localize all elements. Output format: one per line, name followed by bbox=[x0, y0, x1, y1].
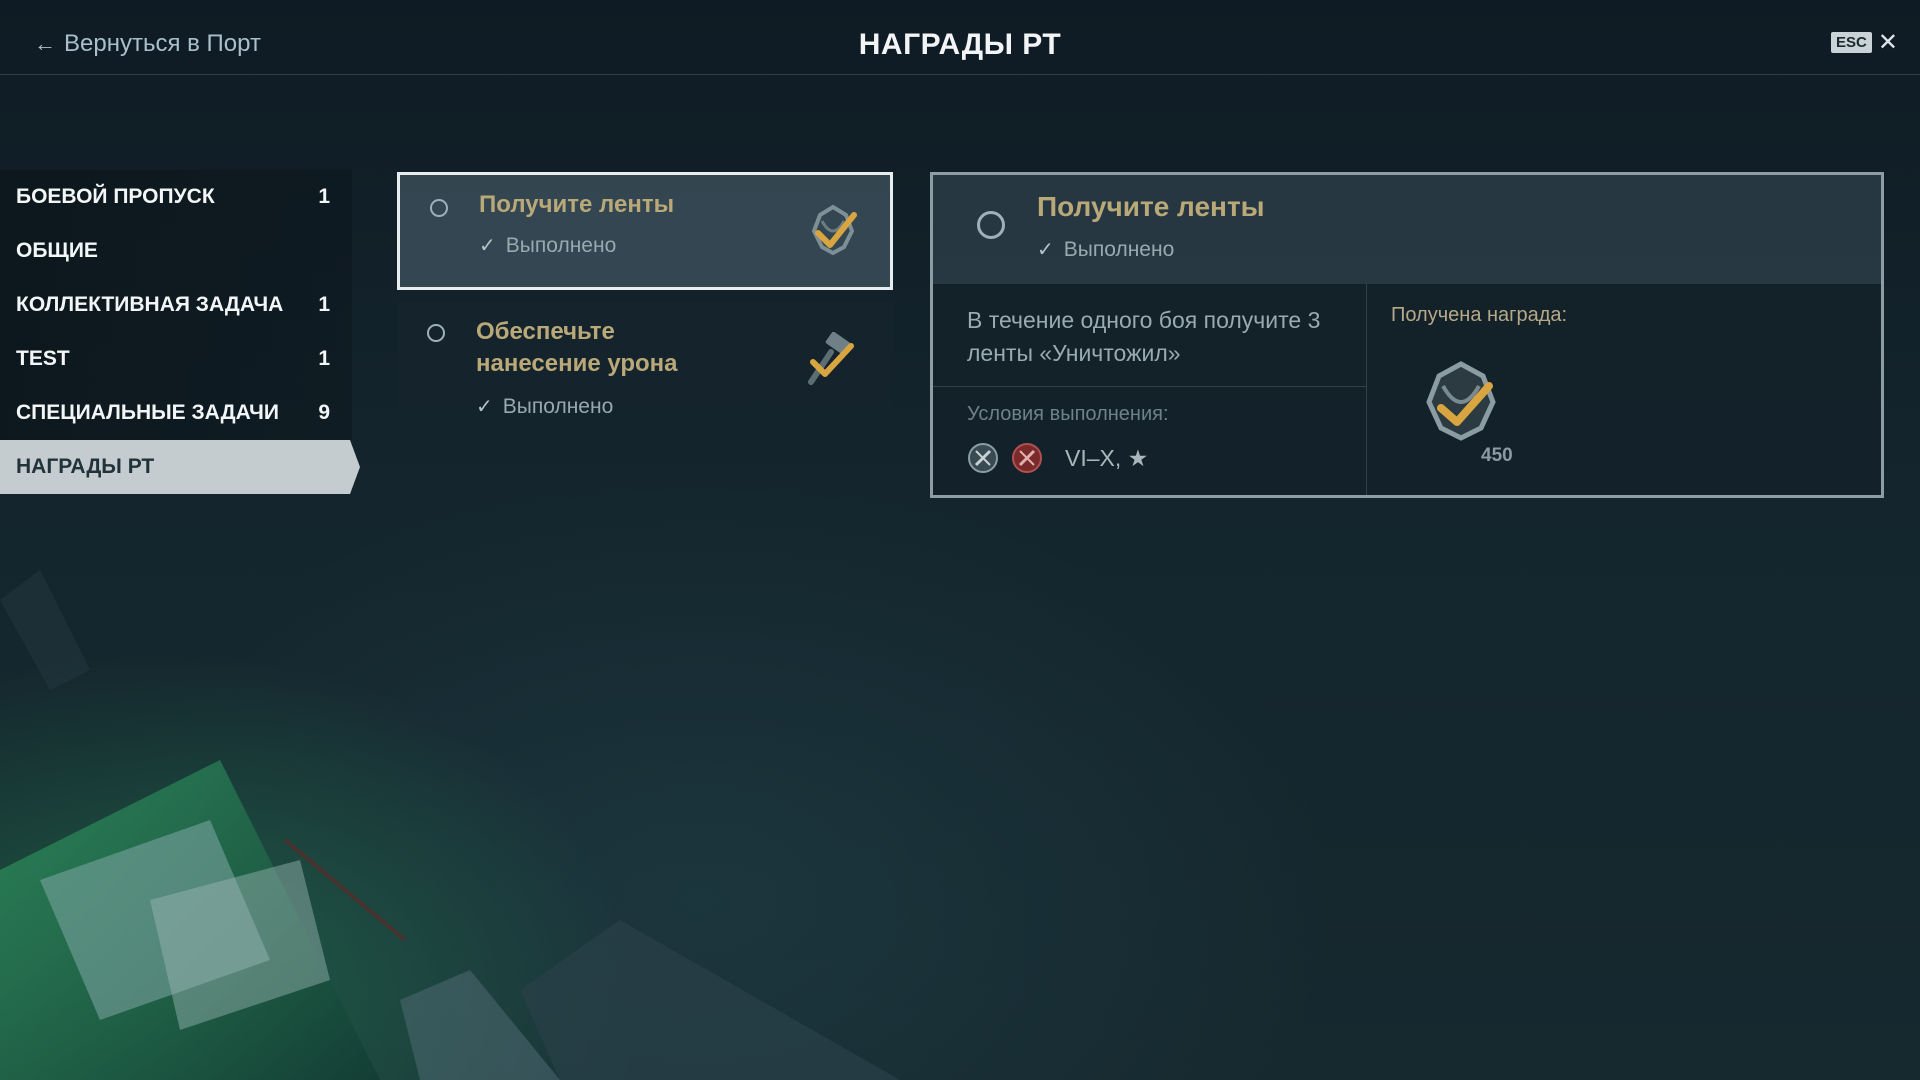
detail-title: Получите ленты bbox=[1037, 191, 1265, 222]
task-card-damage[interactable]: Обеспечьте нанесение урона ✓ Выполнено bbox=[397, 302, 893, 436]
detail-status: ✓ Выполнено bbox=[1037, 237, 1174, 262]
mode-ranked-icon bbox=[1012, 443, 1042, 473]
sidebar-item-special-tasks[interactable]: СПЕЦИАЛЬНЫЕ ЗАДАЧИ 9 bbox=[0, 386, 352, 440]
sidebar-item-label: СПЕЦИАЛЬНЫЕ ЗАДАЧИ bbox=[16, 401, 279, 424]
sidebar-item-label: КОЛЛЕКТИВНАЯ ЗАДАЧА bbox=[16, 293, 284, 316]
task-card-ribbons[interactable]: Получите ленты ✓ Выполнено bbox=[397, 172, 893, 290]
close-button[interactable]: ESC ✕ bbox=[1831, 28, 1898, 56]
tier-range: VI–X, ★ bbox=[1065, 444, 1149, 471]
task-description-section: В течение одного боя получите 3 ленты «У… bbox=[933, 284, 1367, 495]
ribbon-check-icon bbox=[811, 204, 857, 256]
sidebar-item-label: БОЕВОЙ ПРОПУСК bbox=[16, 185, 215, 208]
sidebar-item-test[interactable]: TEST 1 bbox=[0, 332, 352, 386]
sidebar-item-count: 1 bbox=[318, 185, 330, 208]
conditions-row: VI–X, ★ bbox=[967, 442, 1148, 474]
reward-count: 450 bbox=[1481, 445, 1513, 466]
task-detail-header: Получите ленты ✓ Выполнено bbox=[933, 175, 1881, 284]
hammer-check-icon bbox=[808, 332, 854, 385]
sidebar-item-label: НАГРАДЫ РТ bbox=[16, 455, 155, 478]
task-description: В течение одного боя получите 3 ленты «У… bbox=[967, 307, 1321, 366]
sidebar-item-count: 1 bbox=[318, 347, 330, 370]
sidebar-item-label: ОБЩИЕ bbox=[16, 239, 98, 262]
task-title: Обеспечьте нанесение урона bbox=[476, 318, 678, 377]
top-bar: ← Вернуться в Порт НАГРАДЫ РТ ESC ✕ bbox=[0, 0, 1920, 75]
check-icon: ✓ bbox=[479, 235, 496, 257]
divider bbox=[933, 386, 1366, 387]
category-sidebar: БОЕВОЙ ПРОПУСК 1 ОБЩИЕ КОЛЛЕКТИВНАЯ ЗАДА… bbox=[0, 170, 360, 494]
esc-key-badge: ESC bbox=[1831, 32, 1872, 53]
check-icon: ✓ bbox=[476, 396, 493, 418]
task-status-label: Выполнено bbox=[505, 233, 617, 257]
task-radio bbox=[430, 199, 448, 217]
conditions-label: Условия выполнения: bbox=[967, 403, 1169, 425]
sidebar-item-pt-rewards[interactable]: НАГРАДЫ РТ bbox=[0, 440, 360, 494]
sidebar-item-count: 1 bbox=[318, 293, 330, 316]
task-radio bbox=[427, 324, 445, 342]
ribbon-container-icon bbox=[1426, 361, 1496, 441]
task-radio bbox=[977, 211, 1005, 239]
task-status: ✓ Выполнено bbox=[479, 233, 616, 258]
detail-status-label: Выполнено bbox=[1063, 237, 1175, 261]
sidebar-item-count: 9 bbox=[318, 401, 330, 424]
mode-random-icon bbox=[968, 443, 998, 473]
task-title: Получите ленты bbox=[479, 191, 675, 218]
task-status: ✓ Выполнено bbox=[476, 394, 613, 419]
sidebar-item-label: TEST bbox=[16, 347, 70, 370]
page-title: НАГРАДЫ РТ bbox=[858, 28, 1062, 61]
sidebar-item-battle-pass[interactable]: БОЕВОЙ ПРОПУСК 1 bbox=[0, 170, 352, 224]
task-detail-panel: Получите ленты ✓ Выполнено В течение одн… bbox=[930, 172, 1884, 498]
reward-label: Получена награда: bbox=[1391, 304, 1568, 326]
sidebar-item-general[interactable]: ОБЩИЕ bbox=[0, 224, 352, 278]
task-status-label: Выполнено bbox=[502, 394, 614, 418]
check-icon: ✓ bbox=[1037, 239, 1054, 261]
sidebar-item-collective-task[interactable]: КОЛЛЕКТИВНАЯ ЗАДАЧА 1 bbox=[0, 278, 352, 332]
close-icon: ✕ bbox=[1877, 28, 1898, 56]
desk-background-illustration bbox=[0, 570, 900, 1080]
